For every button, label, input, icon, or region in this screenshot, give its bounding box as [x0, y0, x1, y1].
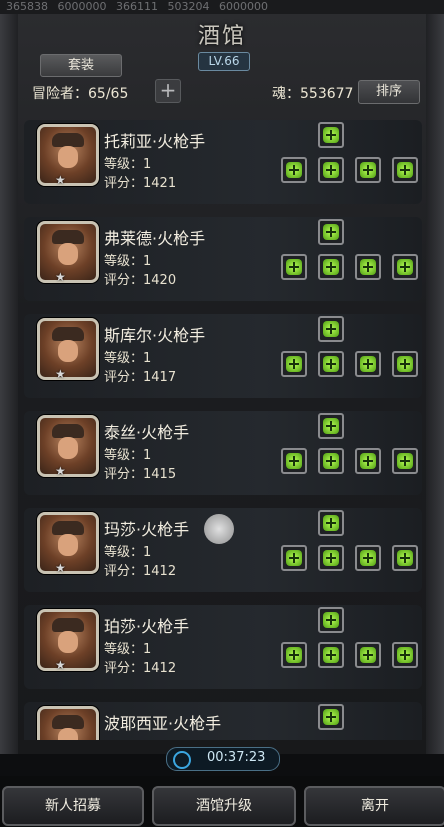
adventurer-score: 评分：1421 — [104, 176, 177, 191]
slot-plus-icon[interactable] — [392, 545, 418, 571]
adventurer-name: 斯库尔·火枪手 — [104, 326, 206, 345]
timer-bar: 00:37:23 — [166, 747, 280, 771]
recruit-button[interactable]: 新人招募 — [2, 786, 144, 826]
upgrade-plus-icon[interactable] — [318, 704, 344, 730]
upgrade-plus-icon[interactable] — [318, 510, 344, 536]
adventurer-level: 等级：1 — [104, 157, 152, 172]
slot-plus-icon[interactable] — [355, 254, 381, 280]
slot-plus-icon[interactable] — [355, 157, 381, 183]
star-icon: ★ — [55, 270, 66, 284]
soul-count: 魂：553677 — [272, 86, 354, 102]
adventurer-portrait[interactable] — [37, 124, 99, 186]
slot-plus-icon[interactable] — [392, 351, 418, 377]
equip-plus-icon[interactable] — [318, 642, 344, 668]
adventurer-level: 等级：1 — [104, 254, 152, 269]
slot-plus-icon[interactable] — [355, 642, 381, 668]
star-icon: ★ — [55, 658, 66, 672]
equip-plus-icon[interactable] — [318, 157, 344, 183]
touch-indicator — [204, 514, 234, 544]
equip-plus-icon[interactable] — [318, 351, 344, 377]
adventurer-name: 泰丝·火枪手 — [104, 423, 190, 442]
sort-button[interactable]: 排序 — [358, 80, 420, 104]
upgrade-plus-icon[interactable] — [318, 413, 344, 439]
page-title: 酒馆 — [197, 24, 246, 49]
skill-plus-icon[interactable] — [281, 157, 307, 183]
adventurer-score: 评分：1420 — [104, 273, 177, 288]
slot-plus-icon[interactable] — [392, 448, 418, 474]
refresh-timer: 00:37:23 — [207, 750, 266, 765]
adventurer-portrait[interactable] — [37, 512, 99, 574]
adventurer-level: 等级：1 — [104, 351, 152, 366]
adventurer-name: 托莉亚·火枪手 — [104, 132, 206, 151]
adventurer-level: 等级：1 — [104, 545, 152, 560]
tavern-level-badge: LV.66 — [198, 52, 250, 71]
slot-plus-icon[interactable] — [392, 157, 418, 183]
slot-plus-icon[interactable] — [355, 545, 381, 571]
adventurer-level: 等级：1 — [104, 642, 152, 657]
adventurer-portrait[interactable] — [37, 415, 99, 477]
slot-plus-icon[interactable] — [392, 254, 418, 280]
resource-value-4: 503204 — [167, 0, 210, 13]
clock-icon — [173, 751, 191, 769]
adventurer-name: 弗莱德·火枪手 — [104, 229, 206, 248]
skill-plus-icon[interactable] — [281, 545, 307, 571]
add-adventurer-button[interactable]: + — [155, 79, 181, 103]
skill-plus-icon[interactable] — [281, 254, 307, 280]
slot-plus-icon[interactable] — [355, 448, 381, 474]
resource-value-2: 6000000 — [57, 0, 107, 13]
skill-plus-icon[interactable] — [281, 642, 307, 668]
adventurer-score: 评分：1412 — [104, 564, 177, 579]
resource-value-5: 6000000 — [219, 0, 268, 13]
skill-plus-icon[interactable] — [281, 351, 307, 377]
equip-plus-icon[interactable] — [318, 545, 344, 571]
equip-plus-icon[interactable] — [318, 254, 344, 280]
adventurer-portrait[interactable] — [37, 609, 99, 671]
set-button[interactable]: 套装 — [40, 54, 122, 77]
star-icon: ★ — [55, 464, 66, 478]
adventurer-score: 评分：1412 — [104, 661, 177, 676]
upgrade-plus-icon[interactable] — [318, 607, 344, 633]
slot-plus-icon[interactable] — [392, 642, 418, 668]
upgrade-plus-icon[interactable] — [318, 122, 344, 148]
adventurer-score: 评分：1417 — [104, 370, 177, 385]
adventurer-card[interactable]: ★ 珀莎·火枪手 等级：1 评分：1412 — [24, 605, 422, 689]
adventurer-portrait[interactable] — [37, 318, 99, 380]
adventurer-name: 玛莎·火枪手 — [104, 520, 190, 539]
adventurer-name: 波耶西亚·火枪手 — [104, 714, 222, 733]
adventurer-card[interactable]: ★ 弗莱德·火枪手 等级：1 评分：1420 — [24, 217, 422, 301]
adventurer-portrait[interactable] — [37, 221, 99, 283]
adventurer-card[interactable]: 波耶西亚·火枪手 — [24, 702, 422, 740]
upgrade-plus-icon[interactable] — [318, 219, 344, 245]
adventurer-name: 珀莎·火枪手 — [104, 617, 190, 636]
star-icon: ★ — [55, 367, 66, 381]
skill-plus-icon[interactable] — [281, 448, 307, 474]
equip-plus-icon[interactable] — [318, 448, 344, 474]
adventurer-card[interactable]: ★ 托莉亚·火枪手 等级：1 评分：1421 — [24, 120, 422, 204]
top-resource-strip: 365838 6000000 366111 503204 6000000 — [0, 0, 444, 14]
adventurer-portrait[interactable] — [37, 706, 99, 740]
adventurer-card[interactable]: ★ 斯库尔·火枪手 等级：1 评分：1417 — [24, 314, 422, 398]
resource-value-1: 365838 — [6, 0, 48, 13]
upgrade-tavern-button[interactable]: 酒馆升级 — [152, 786, 296, 826]
adventurer-score: 评分：1415 — [104, 467, 177, 482]
resource-value-3: 366111 — [116, 0, 158, 13]
adventurer-count: 冒险者：65/65 — [32, 86, 129, 102]
adventurer-list[interactable]: ★ 托莉亚·火枪手 等级：1 评分：1421 ★ 弗莱德·火枪手 等级：1 评分… — [22, 113, 422, 740]
adventurer-level: 等级：1 — [104, 448, 152, 463]
star-icon: ★ — [55, 173, 66, 187]
upgrade-plus-icon[interactable] — [318, 316, 344, 342]
slot-plus-icon[interactable] — [355, 351, 381, 377]
bottom-bar: 新人招募 酒馆升级 离开 — [0, 776, 444, 827]
star-icon: ★ — [55, 561, 66, 575]
adventurer-card[interactable]: ★ 泰丝·火枪手 等级：1 评分：1415 — [24, 411, 422, 495]
leave-button[interactable]: 离开 — [304, 786, 444, 826]
